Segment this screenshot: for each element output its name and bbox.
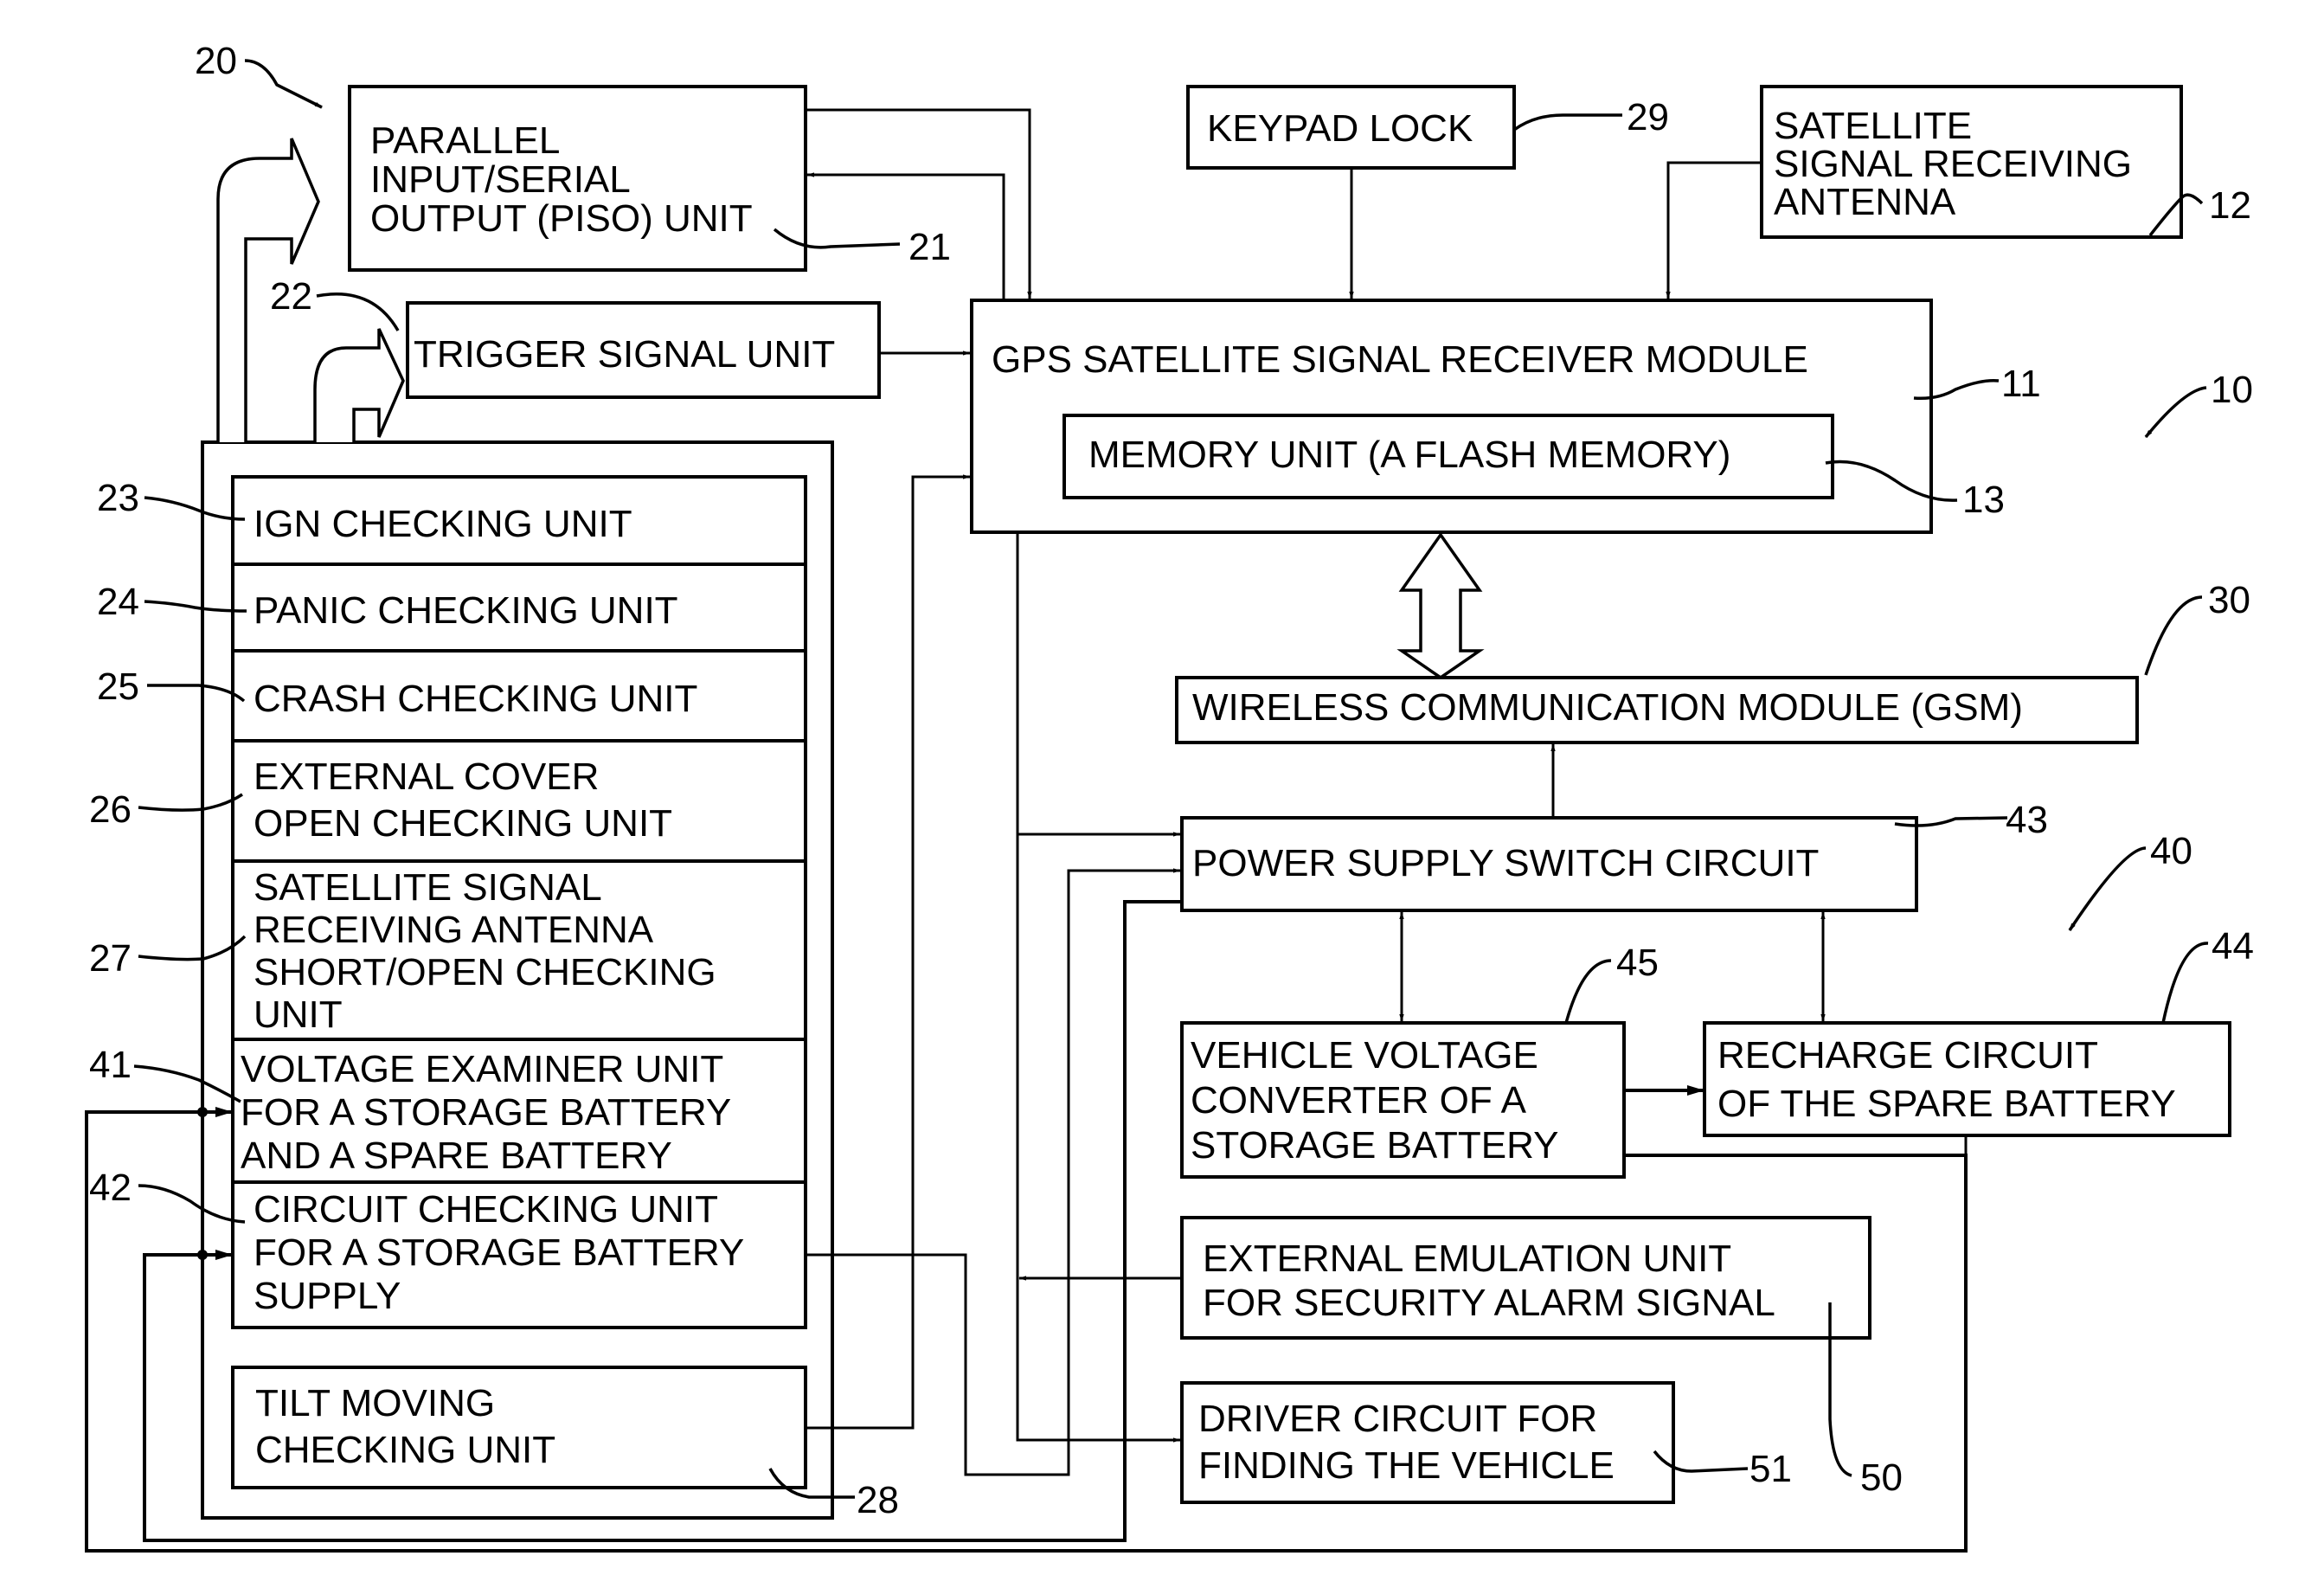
ign-checking-unit: IGN CHECKING UNIT [254,503,632,545]
gps-to-piso-connector [806,172,1005,300]
power-label: POWER SUPPLY SWITCH CIRCUIT [1192,842,1819,884]
antenna-label-line3: ANTENNA [1774,181,1956,223]
leader-40 [2068,846,2147,931]
tilt-moving-checking-unit: TILT MOVING CHECKING UNIT [231,1366,807,1489]
external-emulation-label-line2: FOR SECURITY ALARM SIGNAL [1203,1282,1775,1324]
piso-label-line3: OUTPUT (PISO) UNIT [370,197,753,240]
leader-10 [2144,386,2207,439]
ref-45: 45 [1616,942,1659,984]
ref-41: 41 [89,1044,132,1086]
circuit-checking-label-line3: SUPPLY [254,1275,401,1317]
recharge-label-line1: RECHARGE CIRCUIT [1717,1034,2098,1077]
voltage-examiner-label-line1: VOLTAGE EXAMINER UNIT [241,1048,723,1090]
driver-label-line2: FINDING THE VEHICLE [1198,1444,1615,1487]
ref-28: 28 [857,1479,899,1521]
vehicle-voltage-label-line3: STORAGE BATTERY [1191,1124,1558,1167]
leader-29 [1512,113,1622,132]
leader-30 [2144,595,2203,676]
junction-dot [197,1250,208,1260]
junction-dot [197,1107,208,1117]
voltage-examiner-label-line2: FOR A STORAGE BATTERY [241,1091,731,1134]
leader-44 [2161,942,2209,1024]
crash-checking-unit: CRASH CHECKING UNIT [254,678,697,720]
wireless-label: WIRELESS COMMUNICATION MODULE (GSM) [1192,686,2023,729]
panic-checking-unit-label: PANIC CHECKING UNIT [254,589,678,632]
ref-25: 25 [97,665,139,708]
memory-label: MEMORY UNIT (A FLASH MEMORY) [1088,434,1730,476]
ref-11: 11 [2001,363,2041,405]
driver-label-line1: DRIVER CIRCUIT FOR [1198,1398,1597,1440]
panic-checking-unit: PANIC CHECKING UNIT [254,589,678,632]
recharge-circuit: RECHARGE CIRCUIT OF THE SPARE BATTERY [1703,1021,2231,1137]
leader-45 [1564,959,1612,1024]
wireless-communication-module: WIRELESS COMMUNICATION MODULE (GSM) [1175,676,2139,744]
ref-51: 51 [1749,1448,1792,1490]
recharge-label-line2: OF THE SPARE BATTERY [1717,1083,2176,1125]
piso-to-gps-connector [806,108,1032,299]
bus-arrow-to-trigger [313,328,405,442]
crash-checking-unit-label: CRASH CHECKING UNIT [254,678,697,720]
keypad-lock: KEYPAD LOCK [1186,85,1516,170]
gps-label: GPS SATELLITE SIGNAL RECEIVER MODULE [992,338,1808,381]
diagram-canvas: IGN CHECKING UNIT PANIC CHECKING UNIT CR… [0,0,2324,1588]
voltage-examiner-label-line3: AND A SPARE BATTERY [241,1135,672,1177]
ref-24: 24 [97,581,139,623]
ref-30: 30 [2208,579,2250,621]
power-supply-switch-circuit: POWER SUPPLY SWITCH CIRCUIT [1180,816,1918,912]
ref-27: 27 [89,937,132,980]
ref-12: 12 [2209,184,2251,227]
vehicle-voltage-converter: VEHICLE VOLTAGE CONVERTER OF A STORAGE B… [1180,1021,1626,1179]
tilt-label-line2: CHECKING UNIT [255,1429,555,1471]
ign-checking-unit-label: IGN CHECKING UNIT [254,503,632,545]
external-cover-label-line1: EXTERNAL COVER [254,755,599,798]
external-cover-label-line2: OPEN CHECKING UNIT [254,802,672,845]
ref-44: 44 [2212,925,2254,968]
keypad-label: KEYPAD LOCK [1207,107,1473,150]
antenna-check-label-line2: RECEIVING ANTENNA [254,909,654,951]
ref-43: 43 [2006,799,2048,841]
tilt-label-line1: TILT MOVING [255,1382,495,1424]
ref-23: 23 [97,477,139,519]
trigger-signal-unit: TRIGGER SIGNAL UNIT [406,301,881,399]
ref-13: 13 [1962,479,2005,521]
antenna-check-label-line1: SATELLITE SIGNAL [254,866,602,909]
circuit-checking-label-line1: CIRCUIT CHECKING UNIT [254,1188,718,1231]
external-emulation-label-line1: EXTERNAL EMULATION UNIT [1203,1238,1731,1280]
driver-circuit: DRIVER CIRCUIT FOR FINDING THE VEHICLE [1180,1381,1675,1504]
antenna-check-label-line4: UNIT [254,993,343,1036]
block-diagram: IGN CHECKING UNIT PANIC CHECKING UNIT CR… [85,40,2254,1553]
ref-42: 42 [89,1167,132,1209]
ref-21: 21 [908,226,951,268]
antenna-to-gps-connector [1666,161,1762,299]
vehicle-voltage-label-line1: VEHICLE VOLTAGE [1191,1034,1538,1077]
external-emulation-unit: EXTERNAL EMULATION UNIT FOR SECURITY ALA… [1180,1216,1871,1340]
ref-50: 50 [1860,1456,1903,1499]
satellite-signal-receiving-antenna: SATELLITE SIGNAL RECEIVING ANTENNA [1760,85,2183,239]
piso-label-line2: INPUT/SERIAL [370,158,631,201]
bidirectional-bus-arrow [1396,531,1485,680]
ref-26: 26 [89,788,132,831]
vehicle-voltage-label-line2: CONVERTER OF A [1191,1079,1527,1122]
ref-29: 29 [1627,96,1669,138]
antenna-label-line1: SATELLITE [1774,105,1972,147]
antenna-label-line2: SIGNAL RECEIVING [1774,143,2132,185]
circuit-checking-label-line2: FOR A STORAGE BATTERY [254,1231,744,1274]
ref-20: 20 [195,40,237,82]
gps-to-driver-connector [1016,532,1181,1443]
memory-unit: MEMORY UNIT (A FLASH MEMORY) [1062,414,1834,499]
piso-unit: PARALLEL INPUT/SERIAL OUTPUT (PISO) UNIT [348,85,807,272]
ref-10: 10 [2211,369,2253,411]
leader-22 [316,293,400,331]
piso-label-line1: PARALLEL [370,119,560,162]
voltage-examiner-unit: VOLTAGE EXAMINER UNIT FOR A STORAGE BATT… [241,1048,731,1177]
trigger-label: TRIGGER SIGNAL UNIT [414,333,835,376]
ref-22: 22 [270,275,312,318]
ref-40: 40 [2150,830,2192,872]
leader-20 [244,59,323,109]
antenna-check-label-line3: SHORT/OPEN CHECKING [254,951,716,993]
